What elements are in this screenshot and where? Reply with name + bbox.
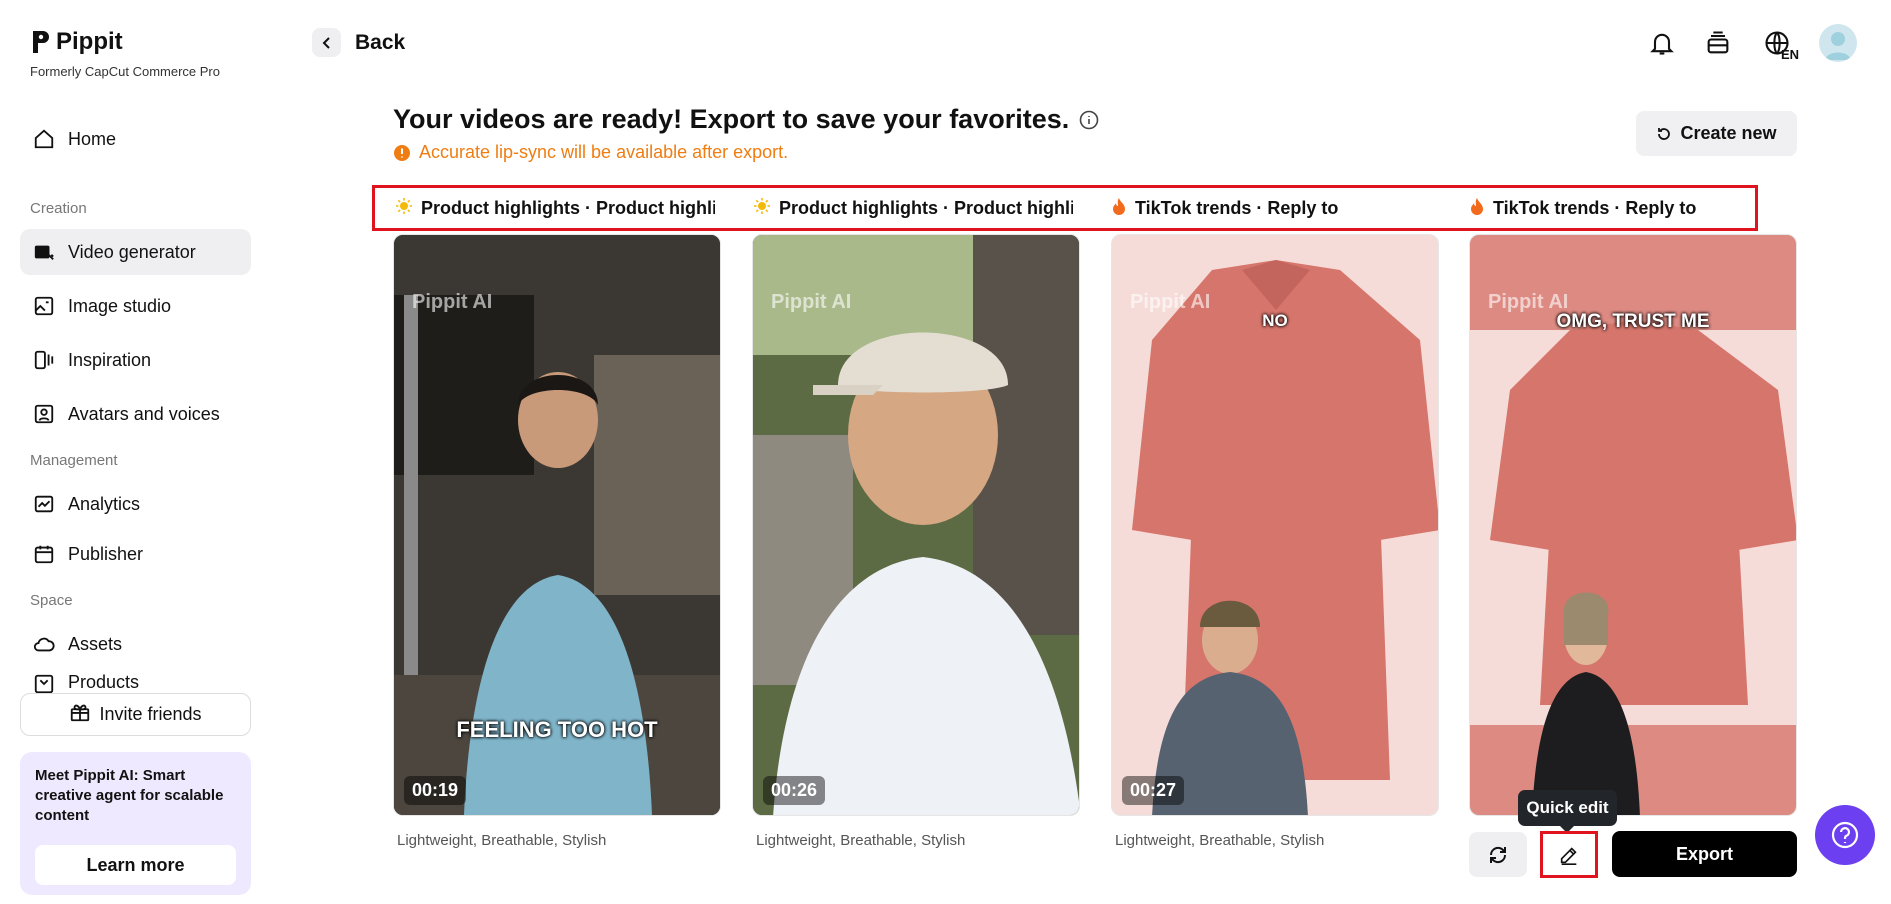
page-title: Your videos are ready! Export to save yo… [393,104,1099,135]
invite-friends-button[interactable]: Invite friends [20,693,251,736]
notice-text: Accurate lip-sync will be available afte… [419,142,789,162]
info-icon[interactable] [1079,110,1099,130]
video-tag-text: TikTok trends · Reply to [1135,197,1339,218]
back-button[interactable] [312,28,341,57]
video-caption: FEELING TOO HOT [456,717,658,742]
video-tag-text: Product highlights · Product highli... [779,197,1073,218]
video-tag-4: TikTok trends · Reply to [1469,188,1749,228]
cloud-icon [32,632,56,656]
create-new-button[interactable]: Create new [1636,111,1797,156]
nav-inspiration[interactable]: Inspiration [20,337,251,383]
calendar-icon [32,542,56,566]
video-generator-icon [32,240,56,264]
pencil-icon [1560,846,1577,865]
nav-image-studio[interactable]: Image studio [20,283,251,329]
warning-icon [394,144,410,161]
help-button[interactable] [1815,805,1875,865]
nav-products[interactable]: Products [20,672,251,694]
nav-home[interactable]: Home [20,116,251,162]
watermark: Pippit AI [771,291,852,313]
video-tag-text: Product highlights · Product highli... [421,197,715,218]
gift-icon [69,701,91,728]
nav-avatars-voices[interactable]: Avatars and voices [20,391,251,437]
page-title-text: Your videos are ready! Export to save yo… [393,104,1070,134]
video-description-1: Lightweight, Breathable, Stylish [397,832,607,849]
lipsync-notice: Accurate lip-sync will be available afte… [393,142,788,163]
video-tag-3: TikTok trends · Reply to [1111,188,1431,228]
sidebar: Pippit Formerly CapCut Commerce Pro Home… [0,0,270,904]
brand-name: Pippit [56,28,123,55]
section-management: Management [30,452,118,469]
video-duration: 00:26 [763,776,826,805]
nav-video-generator-label: Video generator [68,241,196,262]
nav-analytics[interactable]: Analytics [20,481,251,527]
chevron-left-icon [322,36,330,49]
video-caption: NO [1262,311,1288,330]
video-tag-2: Product highlights · Product highli... [753,188,1073,228]
video-card-3[interactable]: Pippit AI NO 00:27 [1111,234,1439,816]
video-card-2[interactable]: Pippit AI 00:26 [752,234,1080,816]
analytics-icon [32,492,56,516]
pippit-logo[interactable]: Pippit [30,28,123,56]
product-icon [32,672,56,694]
quick-edit-tooltip: Quick edit [1518,790,1617,833]
regenerate-button[interactable] [1469,832,1527,877]
bell-icon[interactable] [1645,26,1679,60]
sun-icon [753,197,771,220]
video-duration: 00:27 [1122,776,1185,805]
invite-label: Invite friends [99,704,202,724]
refresh-icon [1658,127,1671,140]
video-thumbnail-cap-man [753,235,1079,815]
nav-analytics-label: Analytics [68,493,141,514]
nav-avatars-label: Avatars and voices [68,403,220,424]
image-studio-icon [32,294,56,318]
inspiration-icon [32,348,56,372]
watermark: Pippit AI [412,291,493,313]
pippit-logo-icon [33,31,49,53]
nav-publisher[interactable]: Publisher [20,531,251,577]
back-nav[interactable]: Back [312,28,405,57]
nav-publisher-label: Publisher [68,543,144,564]
fire-icon [1469,197,1485,220]
section-space: Space [30,592,73,609]
promo-text: Meet Pippit AI: Smart creative agent for… [35,767,224,824]
sun-icon [395,197,413,220]
video-tags-row: Product highlights · Product highli... P… [372,185,1758,231]
nav-assets-label: Assets [68,633,123,654]
export-button[interactable]: Export [1612,831,1797,877]
top-toolbar: EN [1645,24,1857,62]
regenerate-icon [1489,846,1507,863]
video-description-2: Lightweight, Breathable, Stylish [756,832,966,849]
fire-icon [1111,197,1127,220]
section-creation: Creation [30,200,87,217]
video-card-4[interactable]: Pippit AI OMG, TRUST ME [1469,234,1797,816]
nav-products-label: Products [68,672,140,692]
nav-assets[interactable]: Assets [20,621,251,667]
video-description-3: Lightweight, Breathable, Stylish [1115,832,1325,849]
nav-inspiration-label: Inspiration [68,349,152,370]
video-tag-1: Product highlights · Product highli... [395,188,715,228]
brand-subtitle: Formerly CapCut Commerce Pro [30,64,220,79]
layers-icon[interactable] [1701,26,1735,60]
learn-more-button[interactable]: Learn more [35,845,236,885]
video-tag-text: TikTok trends · Reply to [1493,197,1697,218]
help-icon [1831,821,1859,849]
home-icon [32,127,56,151]
user-avatar[interactable] [1819,24,1857,62]
nav-home-label: Home [68,128,117,149]
language-code: EN [1780,47,1799,62]
create-new-label: Create new [1680,123,1777,143]
video-duration: 00:19 [404,776,467,805]
quick-edit-button[interactable] [1540,831,1598,878]
video-caption: OMG, TRUST ME [1556,311,1710,332]
avatar-icon [32,402,56,426]
language-globe-icon[interactable]: EN [1757,26,1799,62]
nav-video-generator[interactable]: Video generator [20,229,251,275]
back-label: Back [355,30,406,54]
promo-card: Meet Pippit AI: Smart creative agent for… [20,752,251,895]
video-card-1[interactable]: Pippit AI FEELING TOO HOT 00:19 [393,234,721,816]
nav-image-studio-label: Image studio [68,295,172,316]
